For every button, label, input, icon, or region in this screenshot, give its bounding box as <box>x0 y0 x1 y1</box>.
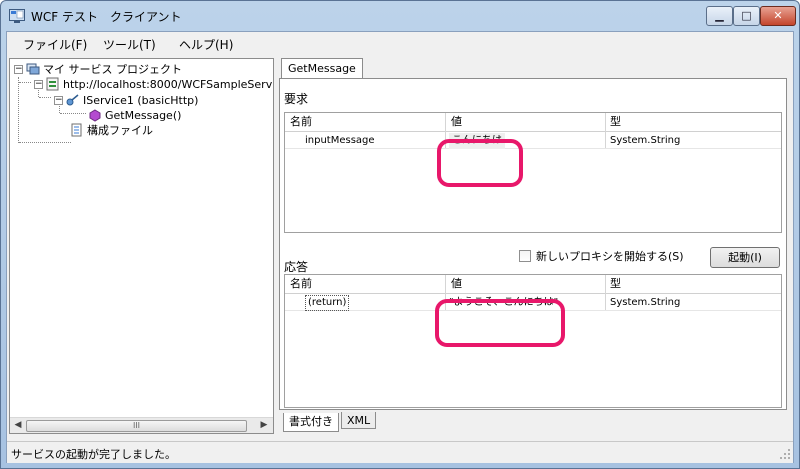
window-title: WCF テスト クライアント <box>31 10 182 24</box>
request-grid-header: 名前 値 型 <box>285 113 781 132</box>
scroll-right-icon[interactable]: ▶ <box>257 420 271 432</box>
client-area: ファイル(F) ツール(T) ヘルプ(H) − マイ サービス プロジェクト −… <box>6 31 794 463</box>
column-value: 値 <box>451 277 462 290</box>
tree-item-project[interactable]: − マイ サービス プロジェクト <box>14 61 182 77</box>
tree-line <box>19 82 31 83</box>
tree-horizontal-scrollbar[interactable]: ◀ III ▶ <box>10 417 273 433</box>
annotation-highlight <box>437 139 523 187</box>
tree-item-endpoint[interactable]: − http://localhost:8000/WCFSampleServ <box>34 76 272 92</box>
tree-item-label: http://localhost:8000/WCFSampleServ <box>63 77 273 91</box>
scroll-thumb[interactable]: III <box>26 420 247 432</box>
column-name: 名前 <box>290 115 312 128</box>
status-bar: サービスの起動が完了しました。 <box>7 441 793 463</box>
param-name: inputMessage <box>305 135 375 146</box>
tree-item-operation[interactable]: GetMessage() <box>88 107 181 123</box>
tree-item-label: 構成ファイル <box>87 124 153 137</box>
column-type: 型 <box>610 277 621 290</box>
collapse-icon[interactable]: − <box>34 79 43 89</box>
menu-help[interactable]: ヘルプ(H) <box>179 36 233 53</box>
menu-tools[interactable]: ツール(T) <box>103 36 156 53</box>
tree-line <box>19 142 71 143</box>
tree-item-contract[interactable]: − IService1 (basicHttp) <box>54 92 198 108</box>
tree-item-label: IService1 (basicHttp) <box>83 93 199 107</box>
tab-formatted[interactable]: 書式付き <box>283 413 339 432</box>
operation-pane: GetMessage 要求 名前 値 型 inputMessage こんにちは … <box>277 58 791 434</box>
param-type: System.String <box>610 135 681 146</box>
invoke-button[interactable]: 起動(I) <box>710 247 780 268</box>
tree-line <box>60 113 86 114</box>
scroll-left-icon[interactable]: ◀ <box>11 420 25 432</box>
minimize-button[interactable]: ▁ <box>706 6 733 26</box>
result-type: System.String <box>610 297 681 308</box>
title-bar[interactable]: WCF テスト クライアント ▁ □ ✕ <box>1 1 799 31</box>
response-label: 応答 <box>284 260 309 274</box>
annotation-highlight <box>435 299 565 347</box>
new-proxy-label: 新しいプロキシを開始する(S) <box>536 250 684 263</box>
table-row[interactable]: inputMessage こんにちは System.String <box>285 133 781 149</box>
menu-bar: ファイル(F) ツール(T) ヘルプ(H) <box>7 32 793 56</box>
tree-item-label: マイ サービス プロジェクト <box>43 63 182 76</box>
result-name: (return) <box>305 295 350 311</box>
collapse-icon[interactable]: − <box>54 95 63 105</box>
tree-line <box>39 97 51 98</box>
service-endpoint-icon <box>46 77 59 91</box>
operation-panel: 要求 名前 値 型 inputMessage こんにちは System.Stri… <box>279 78 787 410</box>
method-icon <box>89 109 101 122</box>
status-text: サービスの起動が完了しました。 <box>11 448 176 461</box>
config-file-icon <box>71 123 82 137</box>
request-grid[interactable]: 名前 値 型 inputMessage こんにちは System.String <box>284 112 782 233</box>
service-tree[interactable]: − マイ サービス プロジェクト − http://localhost:8000… <box>9 58 274 434</box>
collapse-icon[interactable]: − <box>14 64 23 74</box>
maximize-button[interactable]: □ <box>733 6 760 26</box>
request-label: 要求 <box>284 92 309 106</box>
column-type: 型 <box>610 115 621 128</box>
app-icon <box>9 9 25 23</box>
tree-item-config[interactable]: 構成ファイル <box>70 122 153 138</box>
column-name: 名前 <box>290 277 312 290</box>
close-button[interactable]: ✕ <box>760 6 796 26</box>
tree-line <box>18 77 19 143</box>
tab-xml[interactable]: XML <box>341 412 377 429</box>
column-value: 値 <box>451 115 462 128</box>
response-grid-header: 名前 値 型 <box>285 275 781 294</box>
new-proxy-checkbox[interactable] <box>519 250 531 262</box>
resize-grip-icon[interactable] <box>779 448 791 460</box>
menu-file[interactable]: ファイル(F) <box>23 36 87 53</box>
project-icon <box>26 63 40 75</box>
tree-item-label: GetMessage() <box>105 108 182 122</box>
contract-icon <box>66 94 79 106</box>
tab-getmessage[interactable]: GetMessage <box>281 58 363 79</box>
app-window: WCF テスト クライアント ▁ □ ✕ ファイル(F) ツール(T) ヘルプ(… <box>0 0 800 469</box>
